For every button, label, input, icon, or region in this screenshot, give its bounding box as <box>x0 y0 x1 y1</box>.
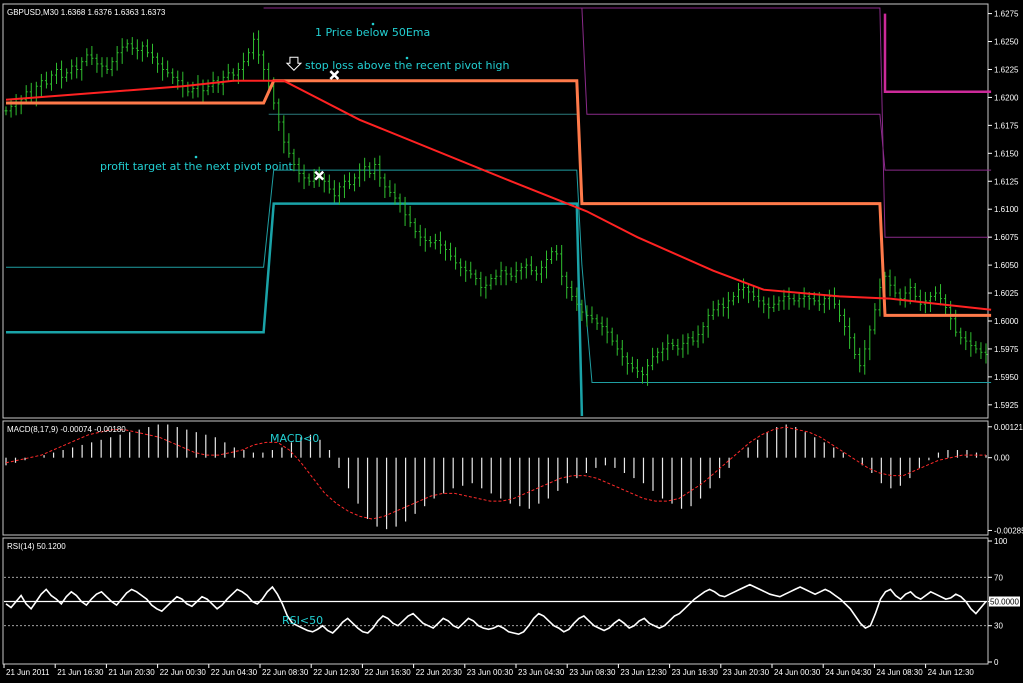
price-y-tick-label: 1.6275 <box>994 10 1019 19</box>
x-tick-label: 23 Jun 20:30 <box>723 668 770 677</box>
x-tick-label: 21 Jun 20:30 <box>108 668 155 677</box>
x-tick-label: 22 Jun 12:30 <box>313 668 360 677</box>
x-tick-label: 23 Jun 16:30 <box>672 668 719 677</box>
price-y-tick-label: 1.6175 <box>994 121 1019 130</box>
x-tick-label: 21 Jun 16:30 <box>57 668 104 677</box>
macd-y-tick-label: 0.00 <box>994 454 1010 463</box>
rsi-y-tick-label: 0 <box>994 658 999 667</box>
x-tick-label: 23 Jun 12:30 <box>620 668 667 677</box>
annotation-price-below-ema: 1 Price below 50Ema <box>315 26 430 39</box>
x-tick-label: 24 Jun 08:30 <box>876 668 923 677</box>
x-tick-label: 24 Jun 12:30 <box>928 668 975 677</box>
x-tick-label: 22 Jun 04:30 <box>211 668 258 677</box>
x-tick-label: 22 Jun 16:30 <box>364 668 411 677</box>
x-tick-label: 24 Jun 04:30 <box>825 668 872 677</box>
price-y-tick-label: 1.6025 <box>994 289 1019 298</box>
trading-chart[interactable]: GBPUSD,M30 1.6368 1.6376 1.6363 1.6373 1… <box>0 0 1023 683</box>
annotation-stop-loss: stop loss above the recent pivot high <box>305 59 510 72</box>
annotation-dot <box>194 155 198 159</box>
price-y-tick-label: 1.6125 <box>994 177 1019 186</box>
x-tick-label: 24 Jun 00:30 <box>774 668 821 677</box>
annotation-macd: MACD<0 <box>270 432 319 445</box>
annotation-dot <box>405 56 409 60</box>
price-y-tick-label: 1.5950 <box>994 373 1019 382</box>
annotation-profit-target: profit target at the next pivot point <box>100 160 293 173</box>
price-y-tick-label: 1.6050 <box>994 261 1019 270</box>
price-y-tick-label: 1.6250 <box>994 38 1019 47</box>
price-panel-title: GBPUSD,M30 1.6368 1.6376 1.6363 1.6373 <box>7 8 166 17</box>
price-y-tick-label: 1.5975 <box>994 345 1019 354</box>
price-y-tick-label: 1.6225 <box>994 65 1019 74</box>
x-tick-label: 23 Jun 00:30 <box>467 668 514 677</box>
x-tick-label: 23 Jun 08:30 <box>569 668 616 677</box>
price-y-tick-label: 1.6150 <box>994 149 1019 158</box>
x-tick-label: 21 Jun 2011 <box>6 668 50 677</box>
price-y-tick-label: 1.6200 <box>994 93 1019 102</box>
annotation-dot <box>371 22 375 26</box>
rsi-panel-title: RSI(14) 50.1200 <box>7 542 66 551</box>
x-tick-label: 23 Jun 04:30 <box>518 668 565 677</box>
macd-y-tick-label: -0.00285 <box>994 526 1023 535</box>
x-tick-label: 22 Jun 20:30 <box>416 668 463 677</box>
x-tick-label: 22 Jun 08:30 <box>262 668 309 677</box>
annotation-rsi: RSI<50 <box>282 614 323 627</box>
x-tick-label: 22 Jun 00:30 <box>160 668 207 677</box>
price-y-tick-label: 1.5925 <box>994 401 1019 410</box>
macd-panel-title: MACD(8,17,9) -0.00074 -0.00180 <box>7 425 126 434</box>
rsi-y-tick-label: 30 <box>994 622 1003 631</box>
rsi-y-tick-label: 50.0000 <box>990 598 1019 607</box>
price-y-tick-label: 1.6075 <box>994 233 1019 242</box>
price-y-tick-label: 1.6000 <box>994 317 1019 326</box>
macd-y-tick-label: 0.00121 <box>994 423 1023 432</box>
rsi-y-tick-label: 70 <box>994 573 1003 582</box>
price-y-tick-label: 1.6100 <box>994 205 1019 214</box>
rsi-y-tick-label: 100 <box>994 537 1008 546</box>
